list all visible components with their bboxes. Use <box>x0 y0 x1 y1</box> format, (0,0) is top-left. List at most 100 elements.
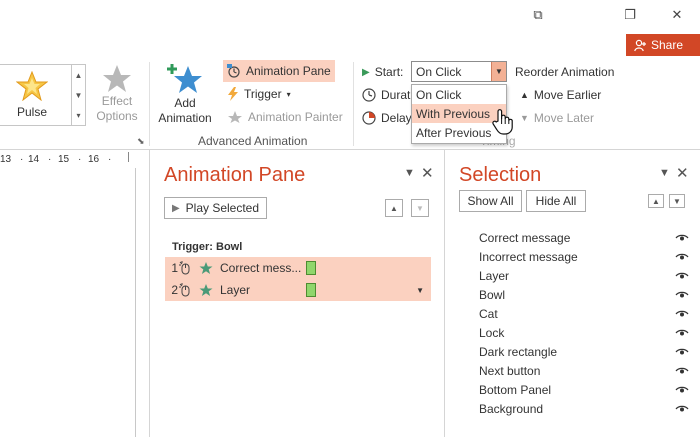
animation-list-item[interactable]: 1 Correct mess... <box>165 257 431 279</box>
play-icon: ▶ <box>171 202 180 214</box>
add-animation-icon <box>167 64 202 93</box>
add-animation-button[interactable]: Add Animation <box>154 62 216 126</box>
restore-icon[interactable]: ❐ <box>615 4 645 26</box>
selection-list-item[interactable]: Background <box>479 399 689 418</box>
gallery-more[interactable]: ▾ <box>71 105 85 125</box>
animation-item-number: 2 <box>171 283 178 297</box>
triangle-up-icon: ▲ <box>520 90 529 100</box>
timeline-bar[interactable] <box>306 261 316 275</box>
selection-item-label: Next button <box>479 363 541 378</box>
timeline-bar[interactable] <box>306 283 316 297</box>
trigger-heading: Trigger: Bowl <box>172 241 243 253</box>
animation-painter-button[interactable]: Animation Painter <box>223 106 347 128</box>
triangle-up-icon: ▲ <box>652 196 660 206</box>
eye-icon[interactable] <box>675 366 689 376</box>
selection-list-item[interactable]: Correct message <box>479 228 689 247</box>
selection-list-item[interactable]: Next button <box>479 361 689 380</box>
eye-icon[interactable] <box>675 385 689 395</box>
pane-options-chevron-icon[interactable]: ▼ <box>404 167 415 179</box>
ruler-tick: 14 <box>28 153 40 165</box>
start-combobox-value: On Click <box>416 64 462 79</box>
advanced-animation-group-label: Advanced Animation <box>198 134 308 148</box>
eye-icon[interactable] <box>675 233 689 243</box>
selection-item-label: Cat <box>479 306 498 321</box>
slide-canvas[interactable] <box>0 168 136 437</box>
start-label-group: ▶ Start: <box>358 61 407 83</box>
eye-icon[interactable] <box>675 290 689 300</box>
selection-list-item[interactable]: Dark rectangle <box>479 342 689 361</box>
triangle-down-icon: ▼ <box>416 203 424 213</box>
emphasis-star-icon <box>199 262 213 274</box>
animation-pane-icon <box>227 64 240 78</box>
animation-gallery[interactable]: Pulse ▲ ▼ ▾ <box>0 64 86 126</box>
add-animation-line2: Animation <box>158 111 212 125</box>
eye-icon[interactable] <box>675 347 689 357</box>
animation-painter-icon <box>228 111 242 123</box>
show-all-button[interactable]: Show All <box>459 190 522 212</box>
effect-options-button[interactable]: Effect Options <box>91 64 143 124</box>
selection-list-item[interactable]: Bottom Panel <box>479 380 689 399</box>
selection-item-label: Lock <box>479 325 505 340</box>
move-up-button[interactable]: ▲ <box>385 199 403 217</box>
gallery-scroll-up[interactable]: ▲ <box>71 65 85 85</box>
ruler-indent-marker[interactable] <box>128 152 134 162</box>
animation-item-number: 1 <box>171 261 178 275</box>
play-selected-label: Play Selected <box>185 201 260 215</box>
start-combobox[interactable]: On Click ▼ <box>411 61 507 82</box>
animation-item-name: Correct mess... <box>220 261 302 275</box>
share-label: Share <box>651 38 684 52</box>
share-button[interactable]: Share <box>626 34 700 56</box>
start-option-on-click[interactable]: On Click <box>412 85 506 104</box>
animation-pane-button[interactable]: Animation Pane <box>223 60 335 82</box>
selection-list-item[interactable]: Cat <box>479 304 689 323</box>
trigger-button[interactable]: Trigger ▾ <box>223 83 295 105</box>
move-earlier-label: Move Earlier <box>533 88 602 102</box>
selection-pane-title: Selection <box>459 164 542 186</box>
eye-icon[interactable] <box>675 309 689 319</box>
bring-forward-button[interactable]: ▲ <box>648 194 664 208</box>
selection-list-item[interactable]: Bowl <box>479 285 689 304</box>
pane-options-chevron-icon[interactable]: ▼ <box>659 167 670 179</box>
selection-item-label: Layer <box>479 268 510 283</box>
move-earlier-button[interactable]: ▲ Move Earlier <box>516 84 605 106</box>
eye-icon[interactable] <box>675 252 689 262</box>
emphasis-star-icon <box>199 284 213 296</box>
chevron-down-icon[interactable]: ▼ <box>491 62 506 81</box>
item-menu-chevron-icon[interactable]: ▼ <box>416 286 424 295</box>
play-selected-button[interactable]: ▶ Play Selected <box>164 197 267 219</box>
eye-icon[interactable] <box>675 404 689 414</box>
close-icon[interactable]: ✕ <box>421 164 434 182</box>
selection-list-item[interactable]: Lock <box>479 323 689 342</box>
close-icon[interactable]: ✕ <box>676 164 689 182</box>
ruler-dot: · <box>48 153 52 165</box>
delay-label-group: Delay: <box>358 107 419 129</box>
close-window-icon[interactable]: ✕ <box>662 4 692 26</box>
animation-painter-label: Animation Painter <box>248 110 343 124</box>
dialog-launcher-icon[interactable]: ⬊ <box>137 136 145 147</box>
selection-list-item[interactable]: Incorrect message <box>479 247 689 266</box>
play-triangle-icon: ▶ <box>362 66 370 78</box>
selection-list-item[interactable]: Layer <box>479 266 689 285</box>
eye-icon[interactable] <box>675 271 689 281</box>
selection-item-label: Correct message <box>479 230 571 245</box>
animation-item-name: Layer <box>220 283 251 297</box>
gallery-scroll-down[interactable]: ▼ <box>71 85 85 105</box>
chevron-down-icon: ▾ <box>286 89 291 99</box>
eye-icon[interactable] <box>675 328 689 338</box>
effect-star-icon <box>103 65 131 92</box>
mouse-click-icon <box>179 283 190 297</box>
gallery-item-label: Pulse <box>16 105 48 119</box>
move-later-button[interactable]: ▼ Move Later <box>516 107 598 129</box>
gallery-item-pulse[interactable]: Pulse <box>0 65 64 125</box>
move-down-button[interactable]: ▼ <box>411 199 429 217</box>
send-backward-button[interactable]: ▼ <box>669 194 685 208</box>
animation-pane-label: Animation Pane <box>246 64 331 78</box>
delay-label: Delay: <box>381 111 416 125</box>
ruler-tick: 15 <box>58 153 70 165</box>
animation-pane-title: Animation Pane <box>164 164 306 186</box>
pulse-star-icon <box>16 71 48 101</box>
animation-list-item[interactable]: 2 Layer ▼ <box>165 279 431 301</box>
move-later-label: Move Later <box>533 111 594 125</box>
ribbon-display-options-icon[interactable]: ⧉ <box>523 4 553 26</box>
hide-all-button[interactable]: Hide All <box>526 190 586 212</box>
